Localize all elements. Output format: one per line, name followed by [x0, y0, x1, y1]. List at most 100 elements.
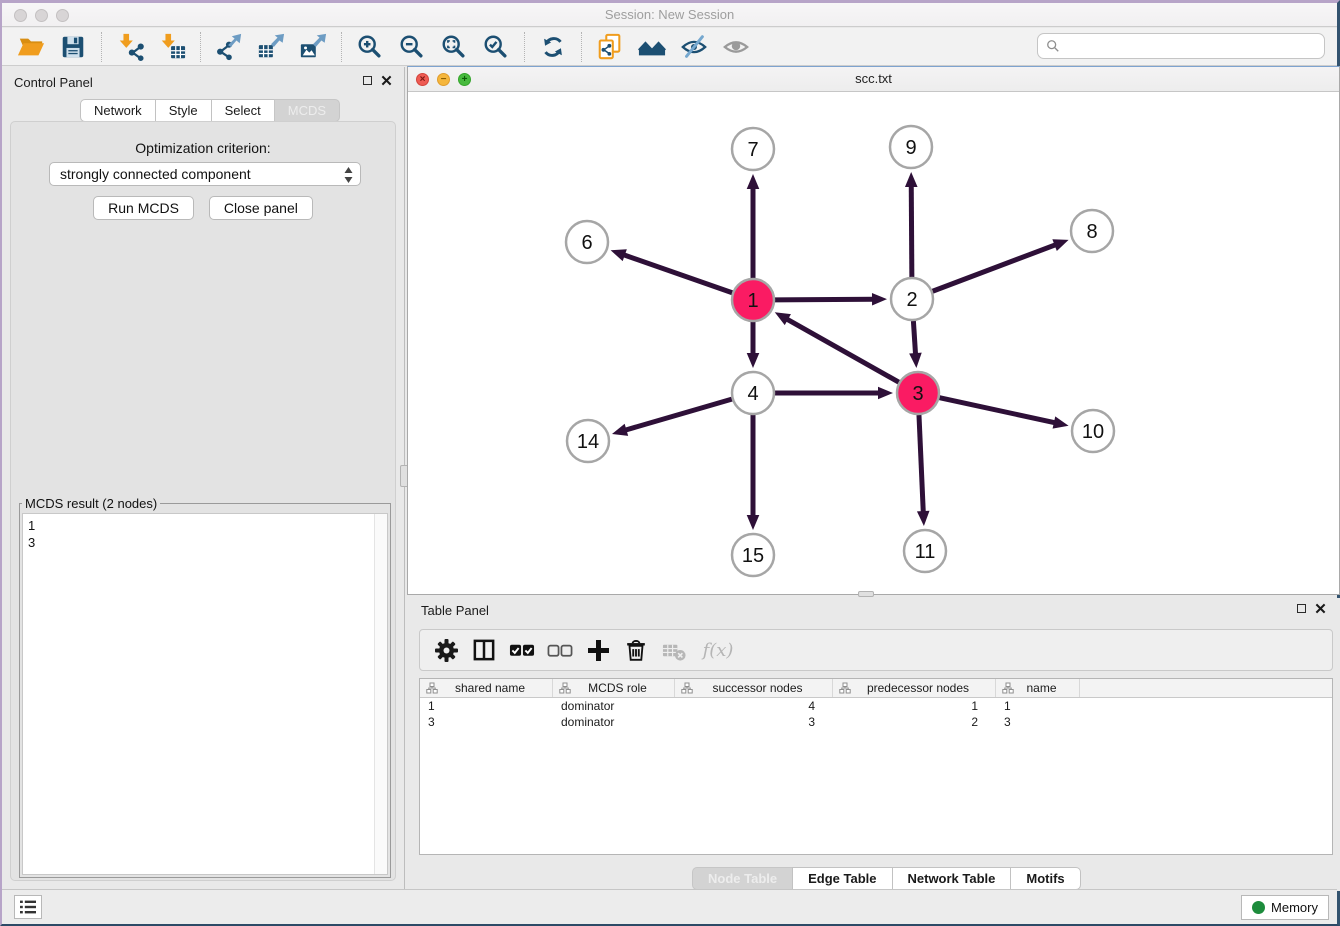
node-label-4: 4	[747, 383, 758, 405]
clone-network-icon[interactable]	[595, 32, 625, 62]
close-panel-button[interactable]: Close panel	[209, 196, 313, 220]
edge-2-9[interactable]	[911, 185, 912, 277]
delete-column-icon[interactable]	[620, 635, 652, 665]
arrowhead-1-2	[872, 293, 887, 306]
mcds-result-text: 1 3	[28, 517, 371, 872]
result-scrollbar[interactable]	[374, 514, 387, 874]
zoom-in-icon[interactable]	[355, 32, 385, 62]
column-edit-icon	[1002, 682, 1014, 694]
edge-3-11[interactable]	[919, 415, 923, 513]
memory-button[interactable]: Memory	[1241, 895, 1329, 920]
search-input[interactable]	[1066, 39, 1316, 54]
zoom-fit-icon[interactable]	[439, 32, 469, 62]
edge-4-14[interactable]	[624, 399, 731, 430]
edge-3-10[interactable]	[939, 398, 1055, 423]
import-table-icon[interactable]	[157, 32, 187, 62]
run-mcds-button[interactable]: Run MCDS	[93, 196, 194, 220]
optimization-label: Optimization criterion:	[11, 140, 395, 156]
first-neighbors-icon[interactable]	[637, 32, 667, 62]
tab-style[interactable]: Style	[155, 99, 212, 122]
status-bar: Memory	[2, 889, 1337, 924]
arrowhead-2-9	[905, 172, 918, 187]
column-header-predecessor-nodes[interactable]: predecessor nodes	[833, 679, 996, 697]
function-builder-icon[interactable]: f(x)	[696, 635, 740, 665]
zoom-out-icon[interactable]	[397, 32, 427, 62]
toolbar-separator	[524, 32, 525, 62]
edge-1-6[interactable]	[623, 255, 732, 293]
toolbar-separator	[581, 32, 582, 62]
edge-3-1[interactable]	[786, 319, 899, 383]
control-panel-tabs: NetworkStyleSelectMCDS	[80, 99, 340, 122]
table-row[interactable]: 1dominator411	[420, 698, 1332, 714]
cell-predecessor-nodes[interactable]: 2	[833, 714, 996, 730]
import-network-icon[interactable]	[115, 32, 145, 62]
node-label-6: 6	[581, 232, 592, 254]
mcds-result-area[interactable]: 1 3	[22, 513, 388, 875]
cell-successor-nodes[interactable]: 4	[675, 698, 833, 714]
gear-icon[interactable]	[430, 635, 462, 665]
column-header-MCDS-role[interactable]: MCDS role	[553, 679, 675, 697]
cell-shared-name[interactable]: 1	[420, 698, 553, 714]
node-label-11: 11	[915, 541, 936, 563]
node-label-2: 2	[906, 289, 917, 311]
table-panel-title: Table Panel	[421, 603, 489, 618]
open-file-icon[interactable]	[16, 32, 46, 62]
column-header-shared-name[interactable]: shared name	[420, 679, 553, 697]
refresh-network-icon[interactable]	[538, 32, 568, 62]
select-all-icon[interactable]	[506, 635, 538, 665]
column-layout-icon[interactable]	[468, 635, 500, 665]
export-image-icon[interactable]	[298, 32, 328, 62]
table-row[interactable]: 3dominator323	[420, 714, 1332, 730]
task-history-button[interactable]	[14, 895, 42, 919]
show-all-eye-icon[interactable]	[721, 32, 751, 62]
tab-mcds[interactable]: MCDS	[274, 99, 340, 122]
deselect-all-icon[interactable]	[544, 635, 576, 665]
table-panel: Table Panel	[407, 598, 1340, 891]
network-frame-titlebar[interactable]: × − + scc.txt	[408, 67, 1339, 92]
export-network-icon[interactable]	[214, 32, 244, 62]
arrowhead-4-14	[612, 424, 628, 436]
cell-name[interactable]: 1	[996, 698, 1080, 714]
network-graph[interactable]: 7968124314101511	[408, 92, 1339, 595]
hide-selected-eye-icon[interactable]	[679, 32, 709, 62]
save-session-icon[interactable]	[58, 32, 88, 62]
arrowhead-1-4	[747, 353, 760, 368]
edge-1-2[interactable]	[775, 299, 874, 300]
column-header-name[interactable]: name	[996, 679, 1080, 697]
table-body: 1dominator4113dominator323	[420, 698, 1332, 730]
cell-MCDS-role[interactable]: dominator	[553, 714, 675, 730]
close-table-panel-icon[interactable]	[1315, 603, 1326, 614]
toolbar-separator	[101, 32, 102, 62]
criterion-value: strongly connected component	[60, 166, 251, 182]
cell-shared-name[interactable]: 3	[420, 714, 553, 730]
cell-name[interactable]: 3	[996, 714, 1080, 730]
network-canvas[interactable]: 7968124314101511	[408, 92, 1339, 594]
tab-network[interactable]: Network	[80, 99, 156, 122]
add-column-icon[interactable]	[582, 635, 614, 665]
close-panel-icon[interactable]	[381, 75, 392, 86]
delete-table-icon[interactable]	[658, 635, 690, 665]
table-tabs: Node TableEdge TableNetwork TableMotifs	[692, 867, 1081, 890]
tab-network-table[interactable]: Network Table	[892, 867, 1012, 890]
search-field[interactable]	[1037, 33, 1325, 59]
column-edit-icon	[426, 682, 438, 694]
edge-2-8[interactable]	[933, 244, 1057, 291]
column-header-successor-nodes[interactable]: successor nodes	[675, 679, 833, 697]
horizontal-splitter-grip[interactable]	[858, 591, 874, 597]
float-panel-icon[interactable]	[363, 76, 372, 85]
arrowhead-2-8	[1052, 239, 1068, 251]
zoom-selected-icon[interactable]	[481, 32, 511, 62]
cell-MCDS-role[interactable]: dominator	[553, 698, 675, 714]
tab-node-table[interactable]: Node Table	[692, 867, 793, 890]
criterion-dropdown[interactable]: strongly connected component	[49, 162, 361, 186]
cell-successor-nodes[interactable]: 3	[675, 714, 833, 730]
tab-motifs[interactable]: Motifs	[1010, 867, 1080, 890]
tab-select[interactable]: Select	[211, 99, 275, 122]
cell-predecessor-nodes[interactable]: 1	[833, 698, 996, 714]
tab-edge-table[interactable]: Edge Table	[792, 867, 892, 890]
arrowhead-2-3	[909, 353, 922, 368]
edge-2-3[interactable]	[913, 321, 915, 355]
mcds-result-fieldset: MCDS result (2 nodes) 1 3	[19, 496, 391, 878]
export-table-icon[interactable]	[256, 32, 286, 62]
float-table-panel-icon[interactable]	[1297, 604, 1306, 613]
